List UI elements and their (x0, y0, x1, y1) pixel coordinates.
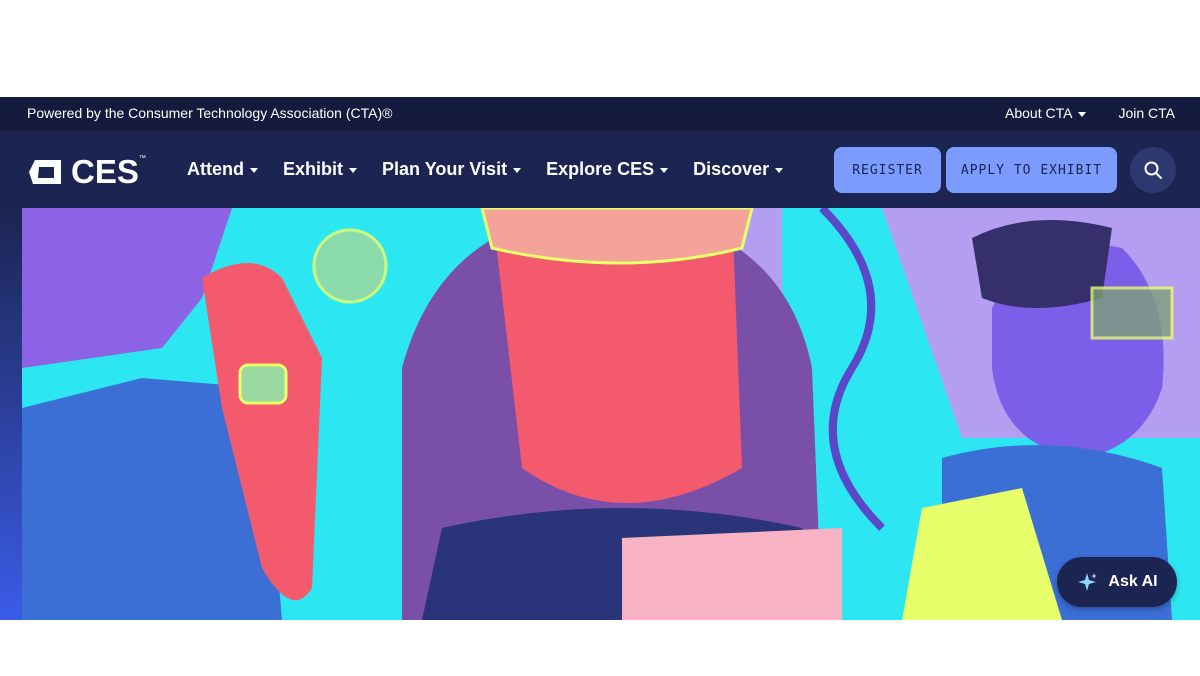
register-button[interactable]: REGISTER (834, 147, 941, 193)
chevron-down-icon (660, 167, 669, 173)
search-icon (1144, 161, 1162, 179)
menu-discover-label: Discover (693, 159, 770, 179)
hero-banner (0, 208, 1200, 620)
about-cta-link[interactable]: About CTA (1005, 105, 1087, 121)
chevron-down-icon (250, 167, 258, 173)
chevron-down-icon (349, 167, 358, 173)
about-cta-label: About CTA (1005, 105, 1073, 121)
ask-ai-label: Ask AI (1108, 573, 1158, 590)
powered-by-text: Powered by the Consumer Technology Assoc… (27, 105, 393, 121)
menu-plan-your-visit[interactable]: Plan Your Visit (382, 159, 522, 180)
menu-exhibit[interactable]: Exhibit (283, 159, 358, 180)
ces-logo[interactable]: CES ™ (27, 153, 146, 191)
join-cta-link[interactable]: Join CTA (1118, 105, 1175, 121)
chevron-down-icon (775, 167, 784, 173)
hero-illustration (22, 208, 1200, 620)
menu-discover[interactable]: Discover (693, 159, 784, 180)
menu-attend-label: Attend (187, 159, 244, 179)
menu-plan-your-visit-label: Plan Your Visit (382, 159, 508, 179)
menu-attend[interactable]: Attend (187, 159, 258, 180)
chevron-down-icon (1078, 111, 1087, 117)
ask-ai-button[interactable]: Ask AI (1057, 557, 1177, 607)
main-nav: CES ™ Attend Exhibit Plan Your Visit Exp… (0, 131, 1200, 208)
menu-explore-ces-label: Explore CES (546, 159, 655, 179)
logo-trademark: ™ (138, 155, 146, 162)
menu-exhibit-label: Exhibit (283, 159, 344, 179)
sparkle-icon (1078, 573, 1098, 591)
apply-to-exhibit-button[interactable]: APPLY TO EXHIBIT (946, 147, 1117, 193)
primary-menu: Attend Exhibit Plan Your Visit Explore C… (187, 159, 784, 180)
utility-bar: Powered by the Consumer Technology Assoc… (0, 97, 1200, 131)
logo-text: CES (71, 153, 139, 190)
menu-explore-ces[interactable]: Explore CES (546, 159, 669, 180)
utility-links: About CTA Join CTA (1005, 105, 1175, 121)
ces-logo-mark-icon (29, 160, 61, 184)
chevron-down-icon (513, 167, 522, 173)
search-button[interactable] (1130, 147, 1176, 193)
